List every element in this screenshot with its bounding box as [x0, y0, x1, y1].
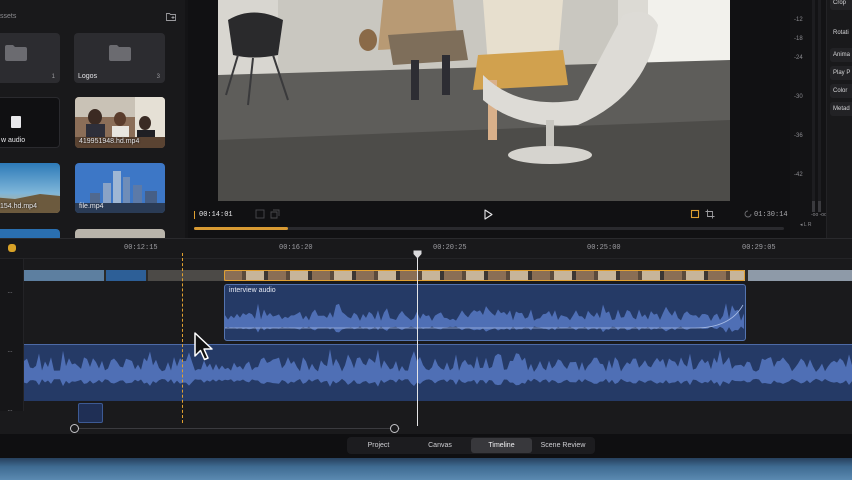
folder-icon [108, 45, 131, 61]
inspector-panel: Crop Rotati Anima Play P Color Metad [826, 0, 852, 238]
audio-waveform [24, 349, 852, 387]
video-file-tile[interactable] [0, 229, 60, 238]
ruler-timecode: 00:12:15 [124, 244, 158, 252]
video-clip[interactable] [748, 270, 852, 281]
video-clip[interactable] [106, 270, 146, 281]
tab-project[interactable]: Project [348, 438, 409, 453]
video-preview [218, 0, 730, 201]
audio-file-tile[interactable]: w audio [0, 97, 60, 148]
inspector-crop[interactable]: Crop [830, 0, 852, 10]
file-name: 419951948.hd.mp4 [79, 138, 140, 145]
meter-right-level [818, 201, 821, 212]
ruler-timecode: 00:29:05 [742, 244, 776, 252]
scrubber-track[interactable] [194, 227, 784, 230]
audio-clip-small[interactable] [78, 403, 103, 423]
transform-icon[interactable] [690, 209, 700, 219]
meter-left-level [812, 201, 815, 212]
meter-scale-label: -30 [794, 94, 803, 100]
marker-icon[interactable] [8, 244, 16, 252]
scrubber-progress [194, 227, 289, 230]
workspace-bar: Project Canvas Timeline Scene Review [0, 434, 852, 458]
folder-count: 3 [156, 74, 160, 80]
meter-peak-readout: -oo -oo [811, 212, 827, 218]
meter-right [818, 0, 821, 212]
viewer-panel: 00:14:01 01:30:14 [188, 0, 790, 238]
track-options-icon[interactable]: ··· [7, 406, 13, 415]
ruler-timecode: 00:20:25 [433, 244, 467, 252]
file-name: file.mp4 [79, 203, 104, 210]
safe-area-icon[interactable] [270, 209, 280, 219]
loop-icon[interactable] [743, 209, 753, 219]
library-title: ssets [0, 13, 17, 20]
video-file-tile[interactable] [75, 229, 165, 238]
playhead-handle-icon[interactable] [413, 250, 422, 259]
transport-bar: 00:14:01 01:30:14 [188, 204, 790, 232]
track-options-icon[interactable]: ··· [7, 288, 13, 297]
folder-count: 1 [51, 74, 55, 80]
current-timecode: 00:14:01 [194, 211, 233, 219]
document-icon [11, 116, 21, 128]
audio-clip-interview[interactable]: interview audio [224, 284, 746, 341]
meter-channel-labels: ◂ L R [800, 222, 812, 228]
inspector-playback[interactable]: Play P [830, 66, 852, 80]
ruler-timecode: 00:25:00 [587, 244, 621, 252]
timeline-ruler[interactable]: 00:12:15 00:16:20 00:20:25 00:25:00 00:2… [0, 239, 852, 259]
duration-timecode: 01:30:14 [754, 211, 788, 219]
track-headers: ··· ··· ··· [0, 259, 24, 415]
file-name: 154.hd.mp4 [0, 203, 37, 210]
inspector-color[interactable]: Color [830, 84, 852, 98]
folder-icon [5, 45, 27, 61]
audio-clip-label: interview audio [229, 287, 276, 294]
crop-icon[interactable] [705, 209, 715, 219]
fit-icon[interactable] [255, 209, 265, 219]
library-header: ssets [0, 10, 185, 26]
selected-clip-outline [224, 270, 745, 281]
in-point-marker[interactable] [182, 253, 183, 423]
zoom-slider-start-handle[interactable] [70, 424, 79, 433]
inspector-metadata[interactable]: Metad [830, 102, 852, 116]
media-library-panel: ssets 1 Logos 3 w audio 419951948.hd.mp4… [0, 0, 185, 238]
track-options-icon[interactable]: ··· [7, 347, 13, 356]
video-file-tile[interactable]: 419951948.hd.mp4 [75, 97, 165, 148]
folder-name: Logos [78, 73, 98, 80]
desktop-background [0, 458, 852, 480]
video-file-tile[interactable]: file.mp4 [75, 163, 165, 213]
mouse-cursor-icon [194, 332, 213, 361]
workspace-tabs: Project Canvas Timeline Scene Review [347, 437, 595, 454]
audio-waveform [225, 303, 744, 333]
timeline-panel: 00:12:15 00:16:20 00:20:25 00:25:00 00:2… [0, 238, 852, 434]
video-file-tile[interactable]: 154.hd.mp4 [0, 163, 60, 213]
video-clip[interactable] [24, 270, 104, 281]
meter-scale-label: -18 [794, 36, 803, 42]
inspector-animation[interactable]: Anima [830, 48, 852, 62]
zoom-slider-end-handle[interactable] [390, 424, 399, 433]
folder-tile[interactable]: 1 [0, 33, 60, 83]
meter-scale-label: -12 [794, 17, 803, 23]
audio-clip-music[interactable] [24, 344, 852, 401]
add-folder-icon[interactable] [166, 12, 176, 21]
meter-scale-label: -42 [794, 172, 803, 178]
file-name: w audio [1, 137, 26, 144]
zoom-slider-track[interactable] [70, 428, 400, 429]
meter-left [812, 0, 815, 212]
audio-meters: -12 -18 -24 -30 -36 -42 -oo -oo ◂ L R [790, 0, 827, 238]
meter-scale-label: -36 [794, 133, 803, 139]
tab-scene-review[interactable]: Scene Review [532, 438, 594, 453]
video-editor-window: ssets 1 Logos 3 w audio 419951948.hd.mp4… [0, 0, 852, 480]
inspector-rotation[interactable]: Rotati [830, 26, 852, 40]
tab-timeline[interactable]: Timeline [471, 438, 532, 453]
play-icon[interactable] [483, 209, 493, 220]
playhead[interactable] [417, 251, 418, 426]
tab-canvas[interactable]: Canvas [409, 438, 471, 453]
meter-scale-label: -24 [794, 55, 803, 61]
folder-tile-logos[interactable]: Logos 3 [74, 33, 165, 83]
ruler-timecode: 00:16:20 [279, 244, 313, 252]
video-clip[interactable] [148, 270, 224, 281]
